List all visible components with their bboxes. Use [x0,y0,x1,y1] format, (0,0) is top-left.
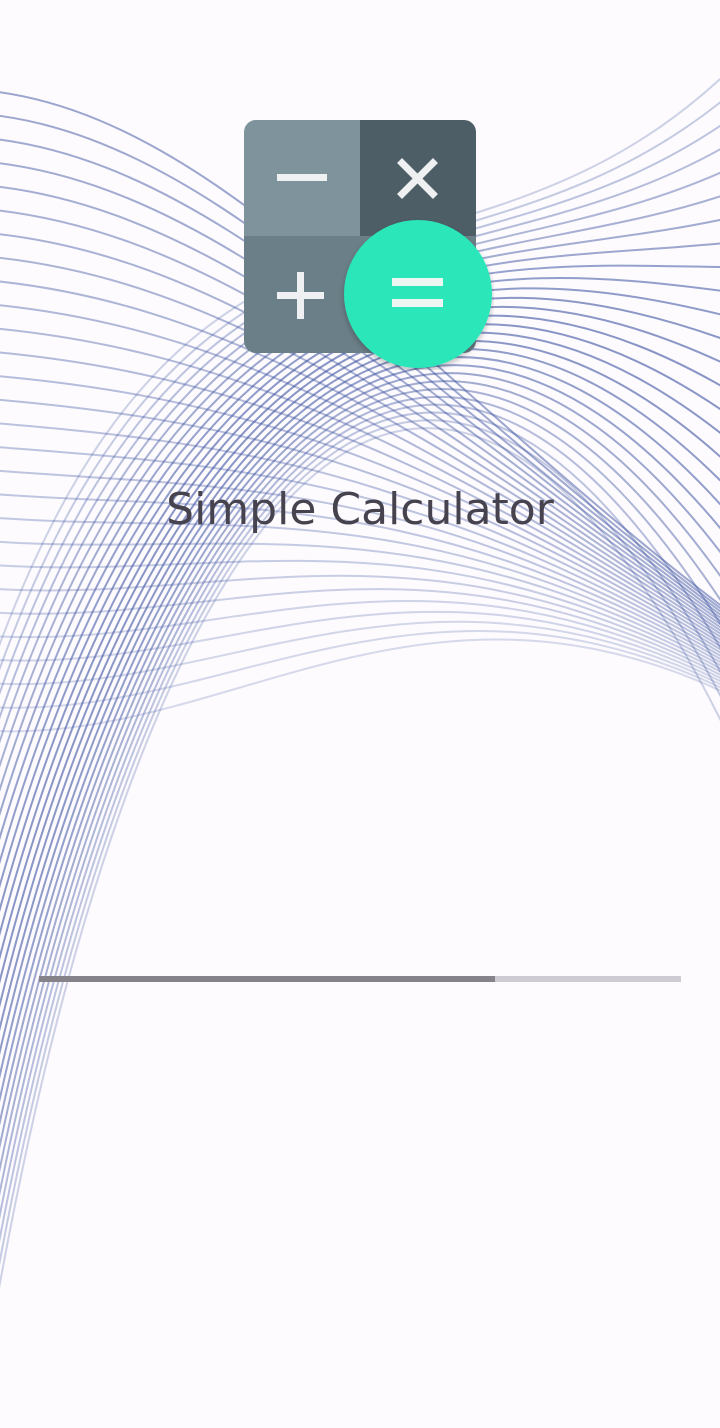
minus-icon [277,174,327,181]
loading-progress-fill [39,976,495,982]
app-logo [244,120,492,368]
splash-screen: Simple Calculator [0,0,720,1428]
loading-progress-bar [39,976,681,982]
app-title: Simple Calculator [166,484,554,535]
equals-icon [344,220,492,368]
